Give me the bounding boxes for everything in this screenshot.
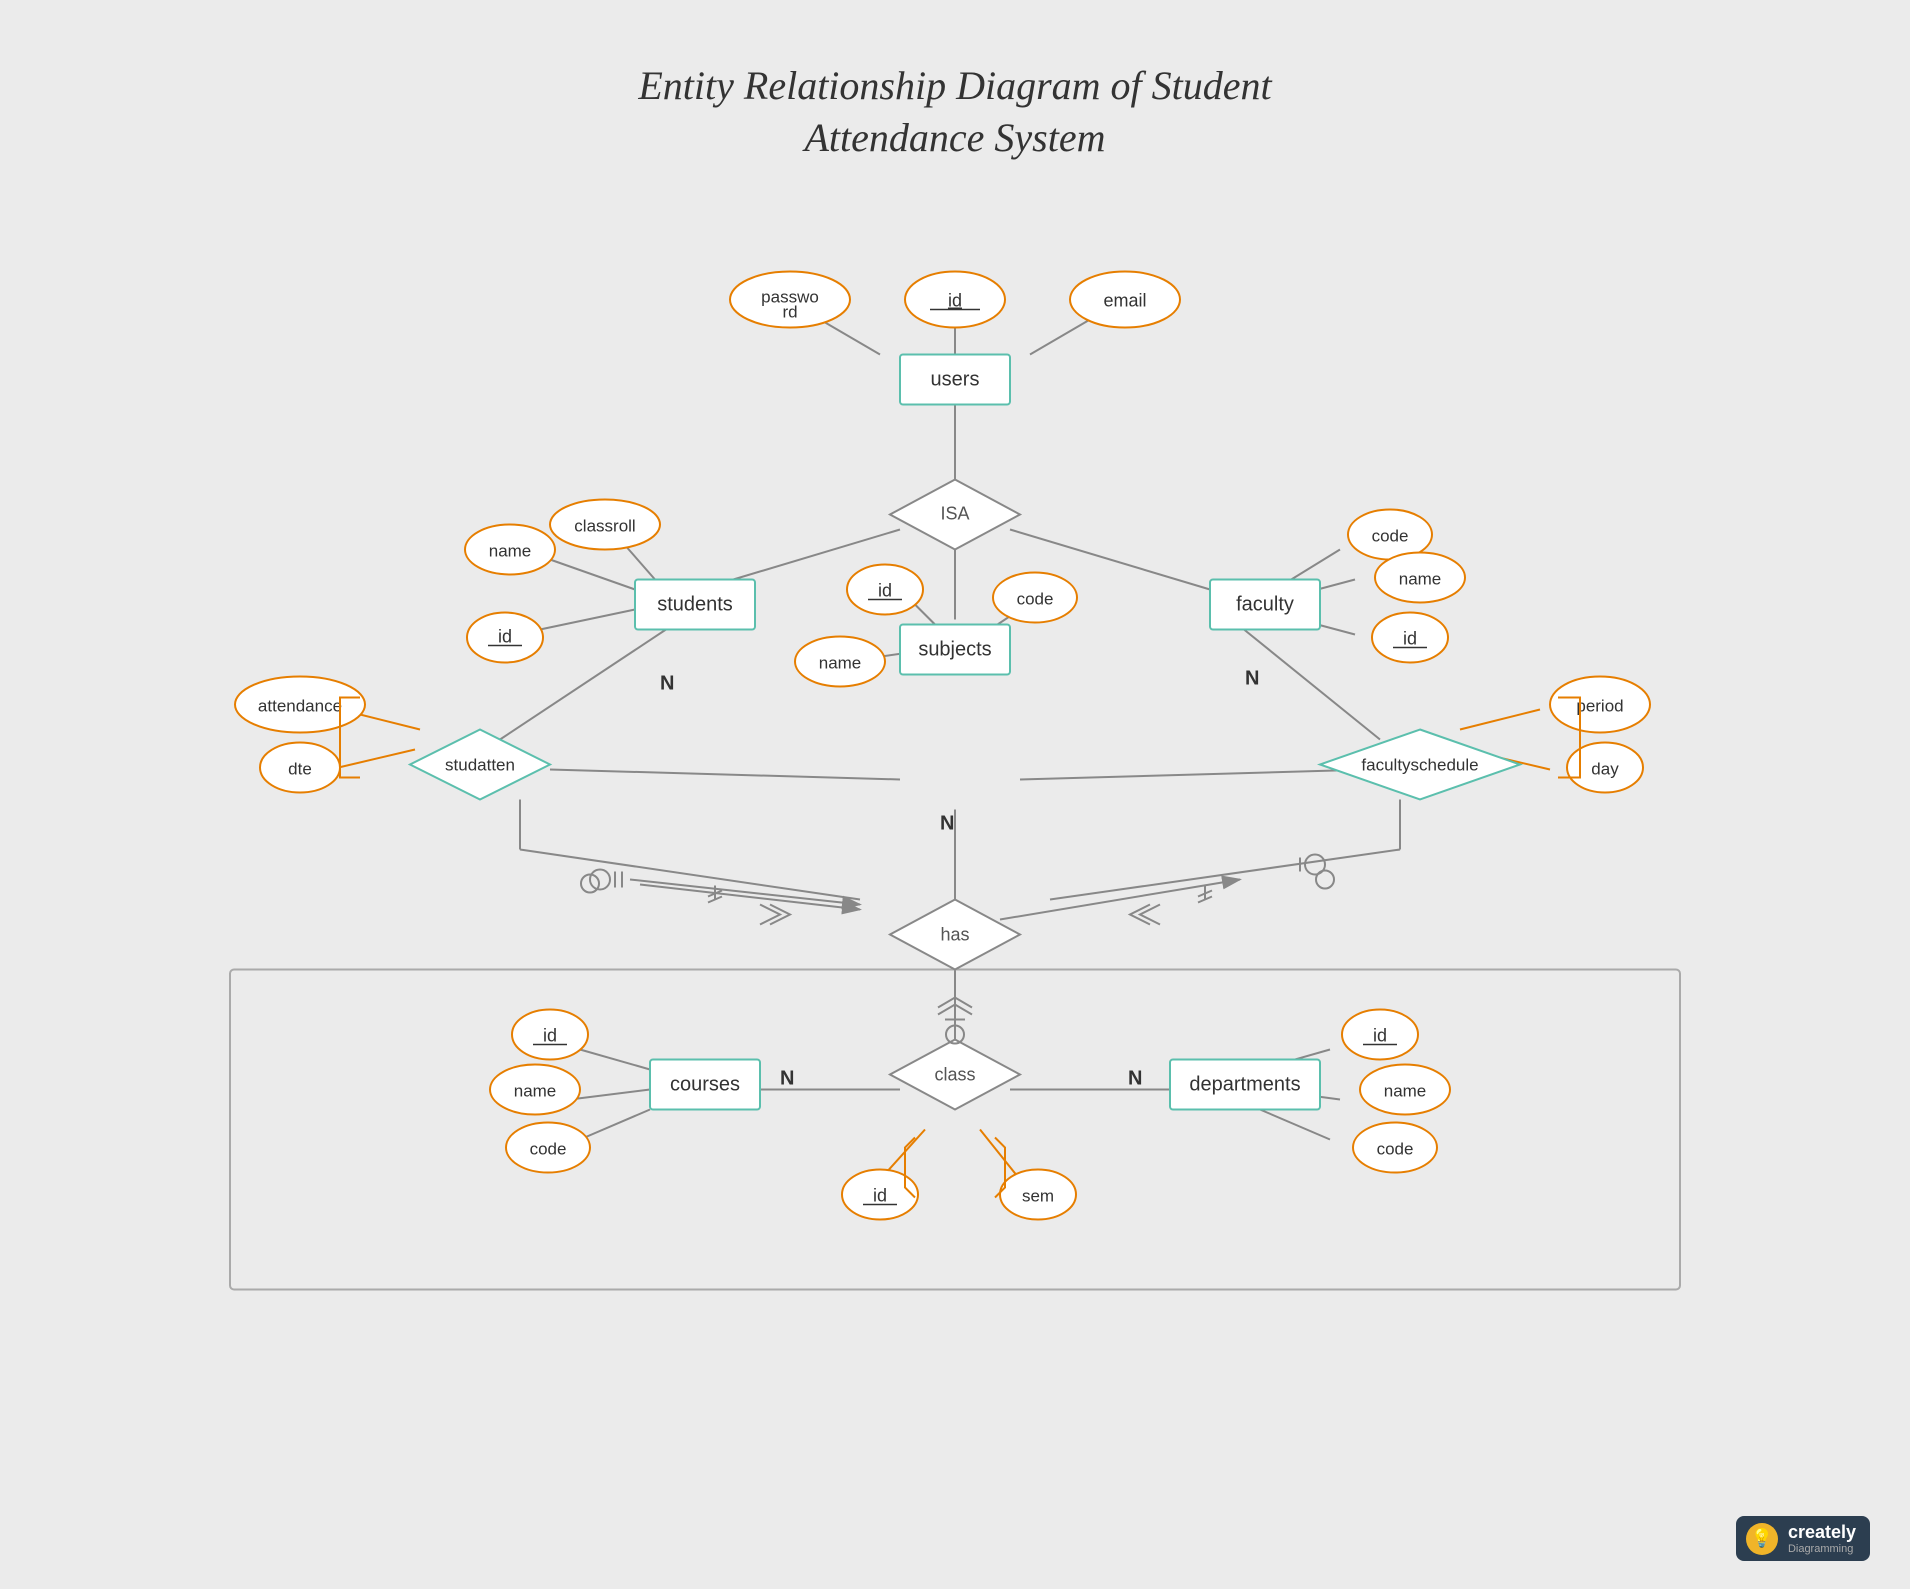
creately-bulb-icon: 💡 [1746, 1523, 1778, 1555]
rel-isa: ISA [940, 504, 969, 524]
entity-students: students [657, 594, 733, 616]
attr-departments-code: code [1377, 1140, 1414, 1159]
attr-departments-id: id [1373, 1026, 1387, 1046]
attr-class-id: id [873, 1186, 887, 1206]
attr-subjects-code: code [1017, 590, 1054, 609]
attr-users-id: id [948, 291, 962, 311]
main-container: Entity Relationship Diagram of Student A… [0, 0, 1910, 1589]
attr-departments-name: name [1384, 1082, 1427, 1101]
attr-subjects-name: name [819, 654, 862, 673]
rel-studatten: studatten [445, 756, 515, 775]
creately-badge: 💡 creately Diagramming [1736, 1516, 1870, 1561]
attr-subjects-id: id [878, 581, 892, 601]
attr-courses-code: code [530, 1140, 567, 1159]
svg-text:rd: rd [782, 303, 797, 322]
diagram-area: Entity Relationship Diagram of Student A… [60, 30, 1850, 1529]
attr-users-email: email [1103, 291, 1146, 311]
attr-faculty-code: code [1372, 527, 1409, 546]
card-n-departments: N [1128, 1068, 1142, 1090]
card-n-students: N [660, 673, 674, 695]
entity-users: users [931, 369, 980, 391]
attr-students-id: id [498, 627, 512, 647]
attr-faculty-id: id [1403, 629, 1417, 649]
card-n-faculty: N [1245, 668, 1259, 690]
card-n-courses: N [780, 1068, 794, 1090]
attr-class-sem: sem [1022, 1187, 1054, 1206]
attr-studatten-dte: dte [288, 760, 312, 779]
attr-students-classroll: classroll [574, 517, 635, 536]
attr-studatten-attendance: attendance [258, 697, 342, 716]
attr-facultyschedule-period: period [1576, 697, 1623, 716]
entity-faculty: faculty [1236, 594, 1294, 616]
rel-has: has [940, 925, 969, 945]
card-n-subjects-studatten: N [940, 813, 954, 835]
er-diagram: users students faculty subjects courses … [60, 30, 1850, 1529]
attr-courses-id: id [543, 1026, 557, 1046]
attr-courses-name: name [514, 1082, 557, 1101]
attr-faculty-name: name [1399, 570, 1442, 589]
rel-class: class [934, 1065, 975, 1085]
creately-sub: Diagramming [1788, 1543, 1856, 1555]
entity-subjects: subjects [918, 639, 991, 661]
attr-students-name: name [489, 542, 532, 561]
creately-name: creately [1788, 1522, 1856, 1543]
entity-courses: courses [670, 1074, 740, 1096]
attr-facultyschedule-day: day [1591, 760, 1619, 779]
rel-facultyschedule: facultyschedule [1361, 756, 1478, 775]
entity-departments: departments [1189, 1074, 1300, 1096]
